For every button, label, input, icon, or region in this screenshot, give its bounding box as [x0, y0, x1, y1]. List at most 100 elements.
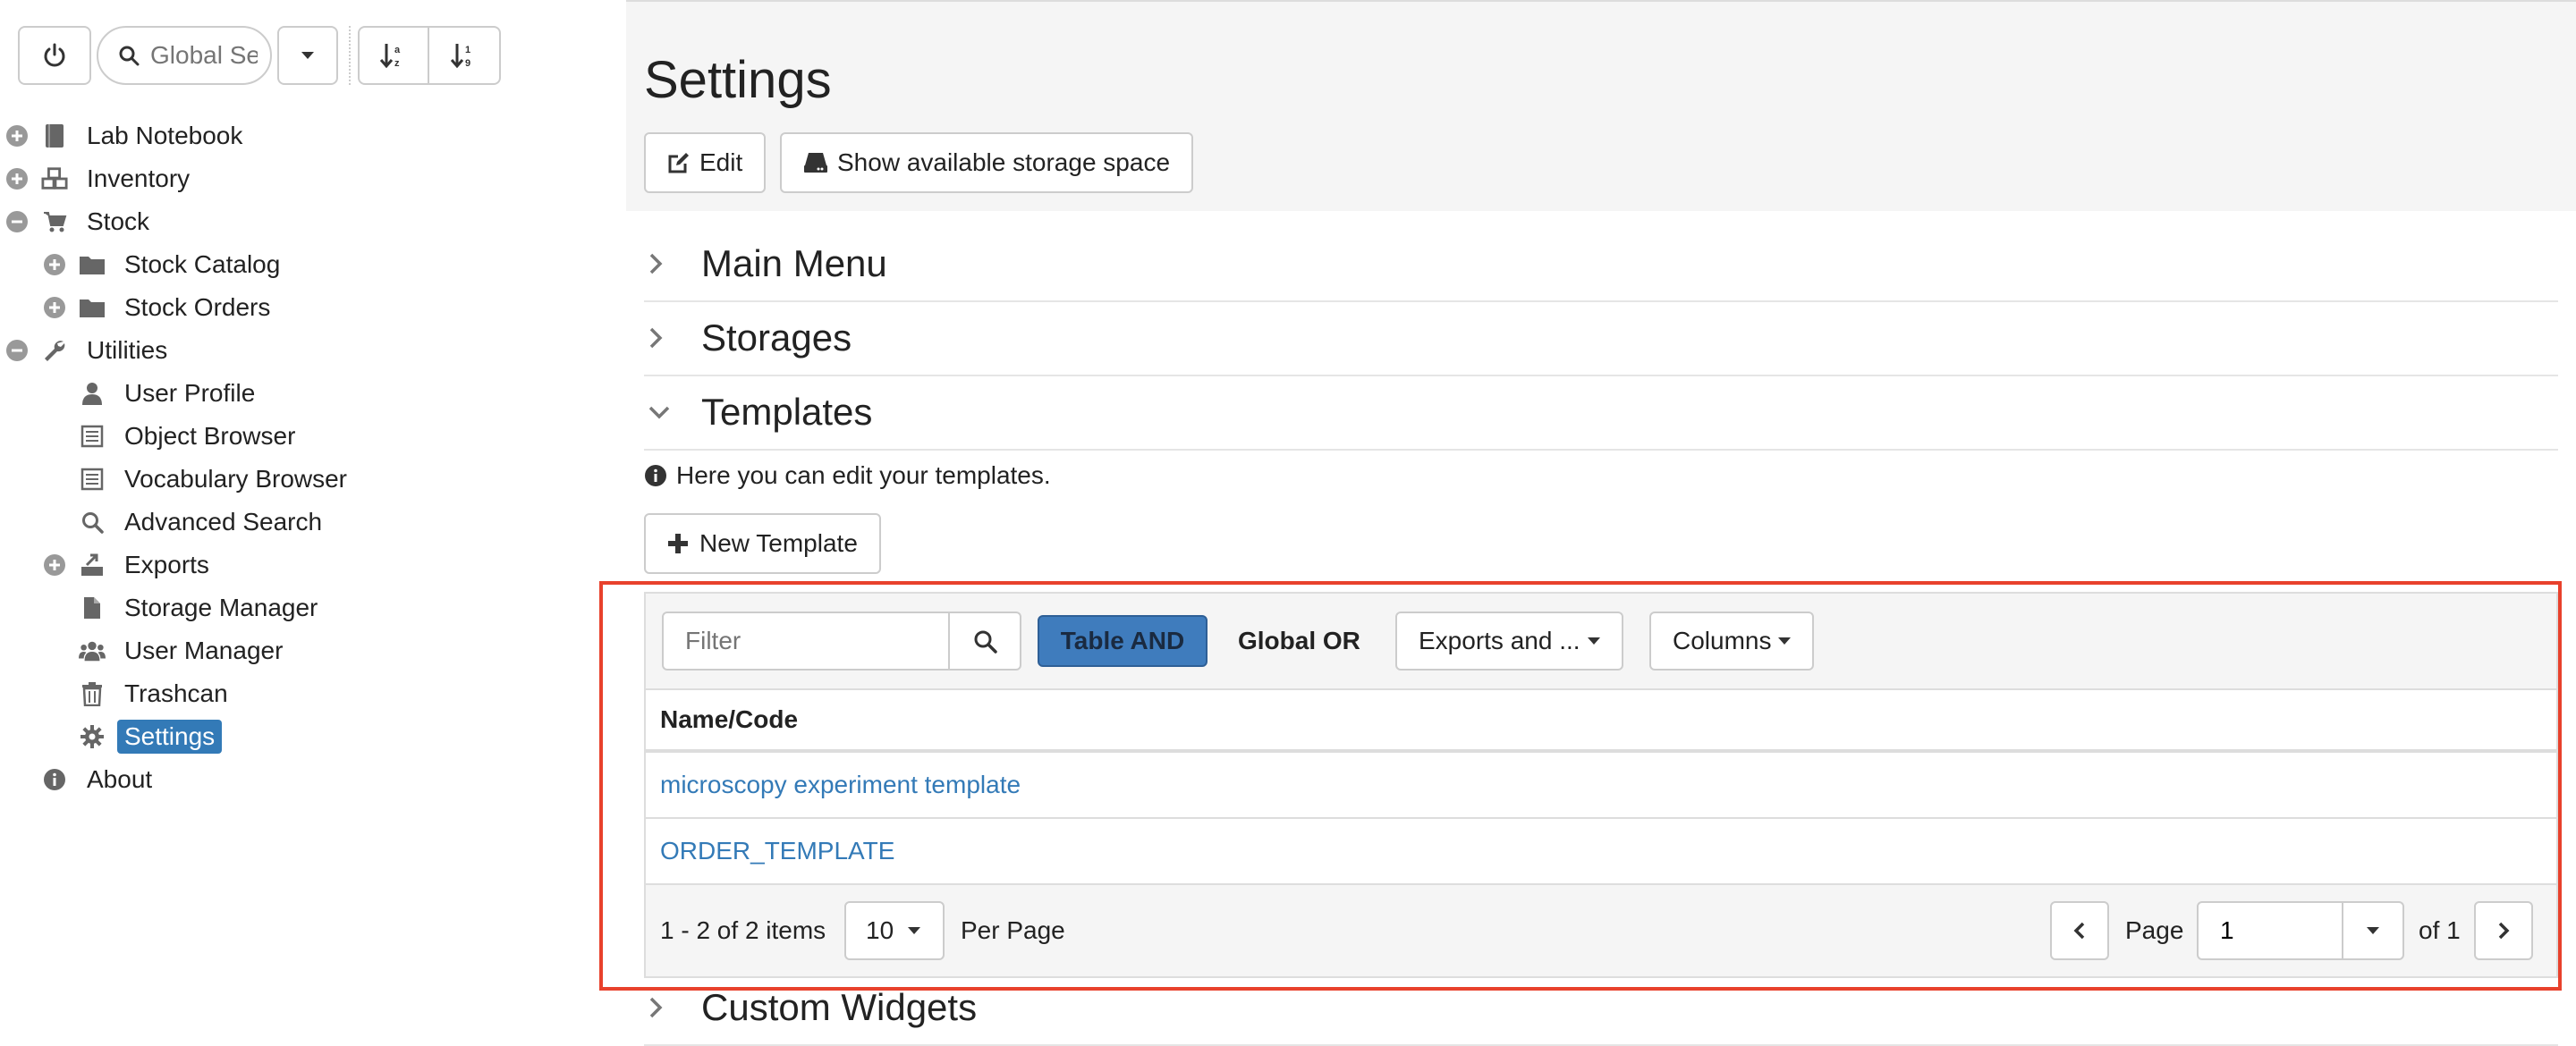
tree-item-label: Stock Catalog	[124, 250, 281, 278]
expand-plus-icon[interactable]	[43, 253, 66, 276]
tree-item-vocabulary-browser[interactable]: Vocabulary Browser	[0, 458, 626, 501]
expand-plus-icon[interactable]	[5, 124, 29, 148]
tree-item-stock-orders[interactable]: Stock Orders	[0, 286, 626, 329]
tree-item-label: User Profile	[124, 379, 256, 407]
tree-item-label: Lab Notebook	[87, 122, 243, 149]
tree-item-label: Trashcan	[124, 679, 228, 707]
svg-text:z: z	[394, 58, 400, 69]
plus-icon	[668, 534, 688, 553]
wrench-icon	[41, 337, 68, 364]
sort-alpha-button[interactable]: a z	[358, 26, 429, 85]
section-storages[interactable]: Storages	[644, 301, 2558, 376]
section-custom-widgets[interactable]: Custom Widgets	[644, 971, 2558, 1046]
tree-item-advanced-search[interactable]: Advanced Search	[0, 501, 626, 544]
tree-item-label: Exports	[124, 551, 209, 578]
info-circle-icon	[645, 465, 666, 486]
chevron-right-icon	[648, 250, 674, 277]
section-title: Storages	[701, 316, 852, 359]
svg-text:9: 9	[465, 58, 470, 69]
templates-info: Here you can edit your templates.	[644, 461, 1051, 490]
tree-item-label: Inventory	[87, 164, 191, 192]
section-templates[interactable]: Templates	[644, 375, 2558, 451]
tree-item-label: Vocabulary Browser	[124, 465, 348, 493]
new-template-button[interactable]: New Template	[644, 513, 881, 574]
edit-label: Edit	[699, 148, 743, 176]
new-template-label: New Template	[699, 529, 858, 557]
tree-item-user-profile[interactable]: User Profile	[0, 372, 626, 415]
sort-numeric-icon: 1 9	[450, 44, 470, 69]
section-title: Templates	[701, 391, 873, 433]
tree-item-label: Utilities	[87, 336, 168, 364]
expand-plus-icon[interactable]	[5, 167, 29, 190]
expand-plus-icon[interactable]	[43, 553, 66, 577]
tree-item-storage-manager[interactable]: Storage Manager	[0, 586, 626, 629]
edit-icon	[668, 153, 689, 173]
file-icon	[79, 595, 106, 621]
export-icon	[79, 552, 106, 578]
tree-item-label: User Manager	[124, 637, 284, 664]
global-search[interactable]	[97, 26, 272, 85]
sidebar-toolbar: a z 1 9	[18, 25, 501, 86]
chevron-right-icon	[648, 994, 674, 1021]
search-icon	[79, 509, 106, 536]
cubes-icon	[41, 165, 68, 192]
collapse-minus-icon[interactable]	[5, 339, 29, 362]
tree-item-label: About	[87, 765, 153, 793]
list-alt-icon	[79, 423, 106, 450]
tree-item-label: Object Browser	[124, 422, 296, 450]
list-alt-icon	[79, 466, 106, 493]
page-title: Settings	[644, 51, 832, 109]
navigation-tree: Lab Notebook Inventory Stock Stock Catal…	[0, 114, 626, 801]
show-storage-label: Show available storage space	[837, 148, 1171, 176]
shopping-cart-icon	[41, 208, 68, 235]
tree-item-label: Storage Manager	[124, 594, 318, 621]
collapse-minus-icon[interactable]	[5, 210, 29, 233]
caret-down-icon	[301, 52, 314, 59]
tree-item-stock-catalog[interactable]: Stock Catalog	[0, 243, 626, 286]
tree-item-inventory[interactable]: Inventory	[0, 157, 626, 200]
tree-item-stock[interactable]: Stock	[0, 200, 626, 243]
users-icon	[79, 637, 106, 664]
search-icon	[119, 46, 140, 66]
highlight-box	[599, 581, 2562, 991]
tree-item-about[interactable]: About	[0, 758, 626, 801]
section-title: Main Menu	[701, 242, 887, 284]
info-circle-icon	[41, 766, 68, 793]
section-main-menu[interactable]: Main Menu	[644, 227, 2558, 302]
templates-info-text: Here you can edit your templates.	[676, 461, 1051, 489]
toolbar-separator	[349, 26, 352, 85]
svg-text:a: a	[394, 45, 401, 55]
tree-item-lab-notebook[interactable]: Lab Notebook	[0, 114, 626, 157]
expand-plus-icon[interactable]	[43, 296, 66, 319]
tree-item-label: Stock Orders	[124, 293, 271, 321]
trash-icon	[79, 680, 106, 707]
tree-item-label: Settings	[117, 720, 223, 754]
show-storage-button[interactable]: Show available storage space	[780, 132, 1194, 193]
gear-icon	[79, 723, 106, 750]
svg-text:1: 1	[465, 45, 470, 55]
global-search-input[interactable]	[148, 40, 259, 71]
tree-item-exports[interactable]: Exports	[0, 544, 626, 586]
notebook-icon	[41, 122, 68, 149]
edit-button[interactable]: Edit	[644, 132, 767, 193]
sidebar: a z 1 9 Lab Notebook Inventory	[0, 0, 626, 1046]
tree-item-utilities[interactable]: Utilities	[0, 329, 626, 372]
chevron-right-icon	[648, 325, 674, 351]
folder-icon	[79, 251, 106, 278]
chevron-down-icon	[648, 399, 674, 426]
tree-item-trashcan[interactable]: Trashcan	[0, 672, 626, 715]
tree-item-object-browser[interactable]: Object Browser	[0, 415, 626, 458]
tree-item-label: Stock	[87, 207, 150, 235]
sort-numeric-button[interactable]: 1 9	[429, 26, 501, 85]
user-icon	[79, 380, 106, 407]
logout-button[interactable]	[18, 26, 91, 85]
tree-item-user-manager[interactable]: User Manager	[0, 629, 626, 672]
search-dropdown-button[interactable]	[277, 26, 338, 85]
tree-item-settings[interactable]: Settings	[0, 715, 626, 758]
power-icon	[44, 43, 65, 67]
tree-item-label: Advanced Search	[124, 508, 323, 536]
sort-alpha-icon: a z	[379, 44, 401, 69]
hdd-icon	[804, 153, 827, 173]
section-title: Custom Widgets	[701, 986, 978, 1028]
folder-icon	[79, 294, 106, 321]
